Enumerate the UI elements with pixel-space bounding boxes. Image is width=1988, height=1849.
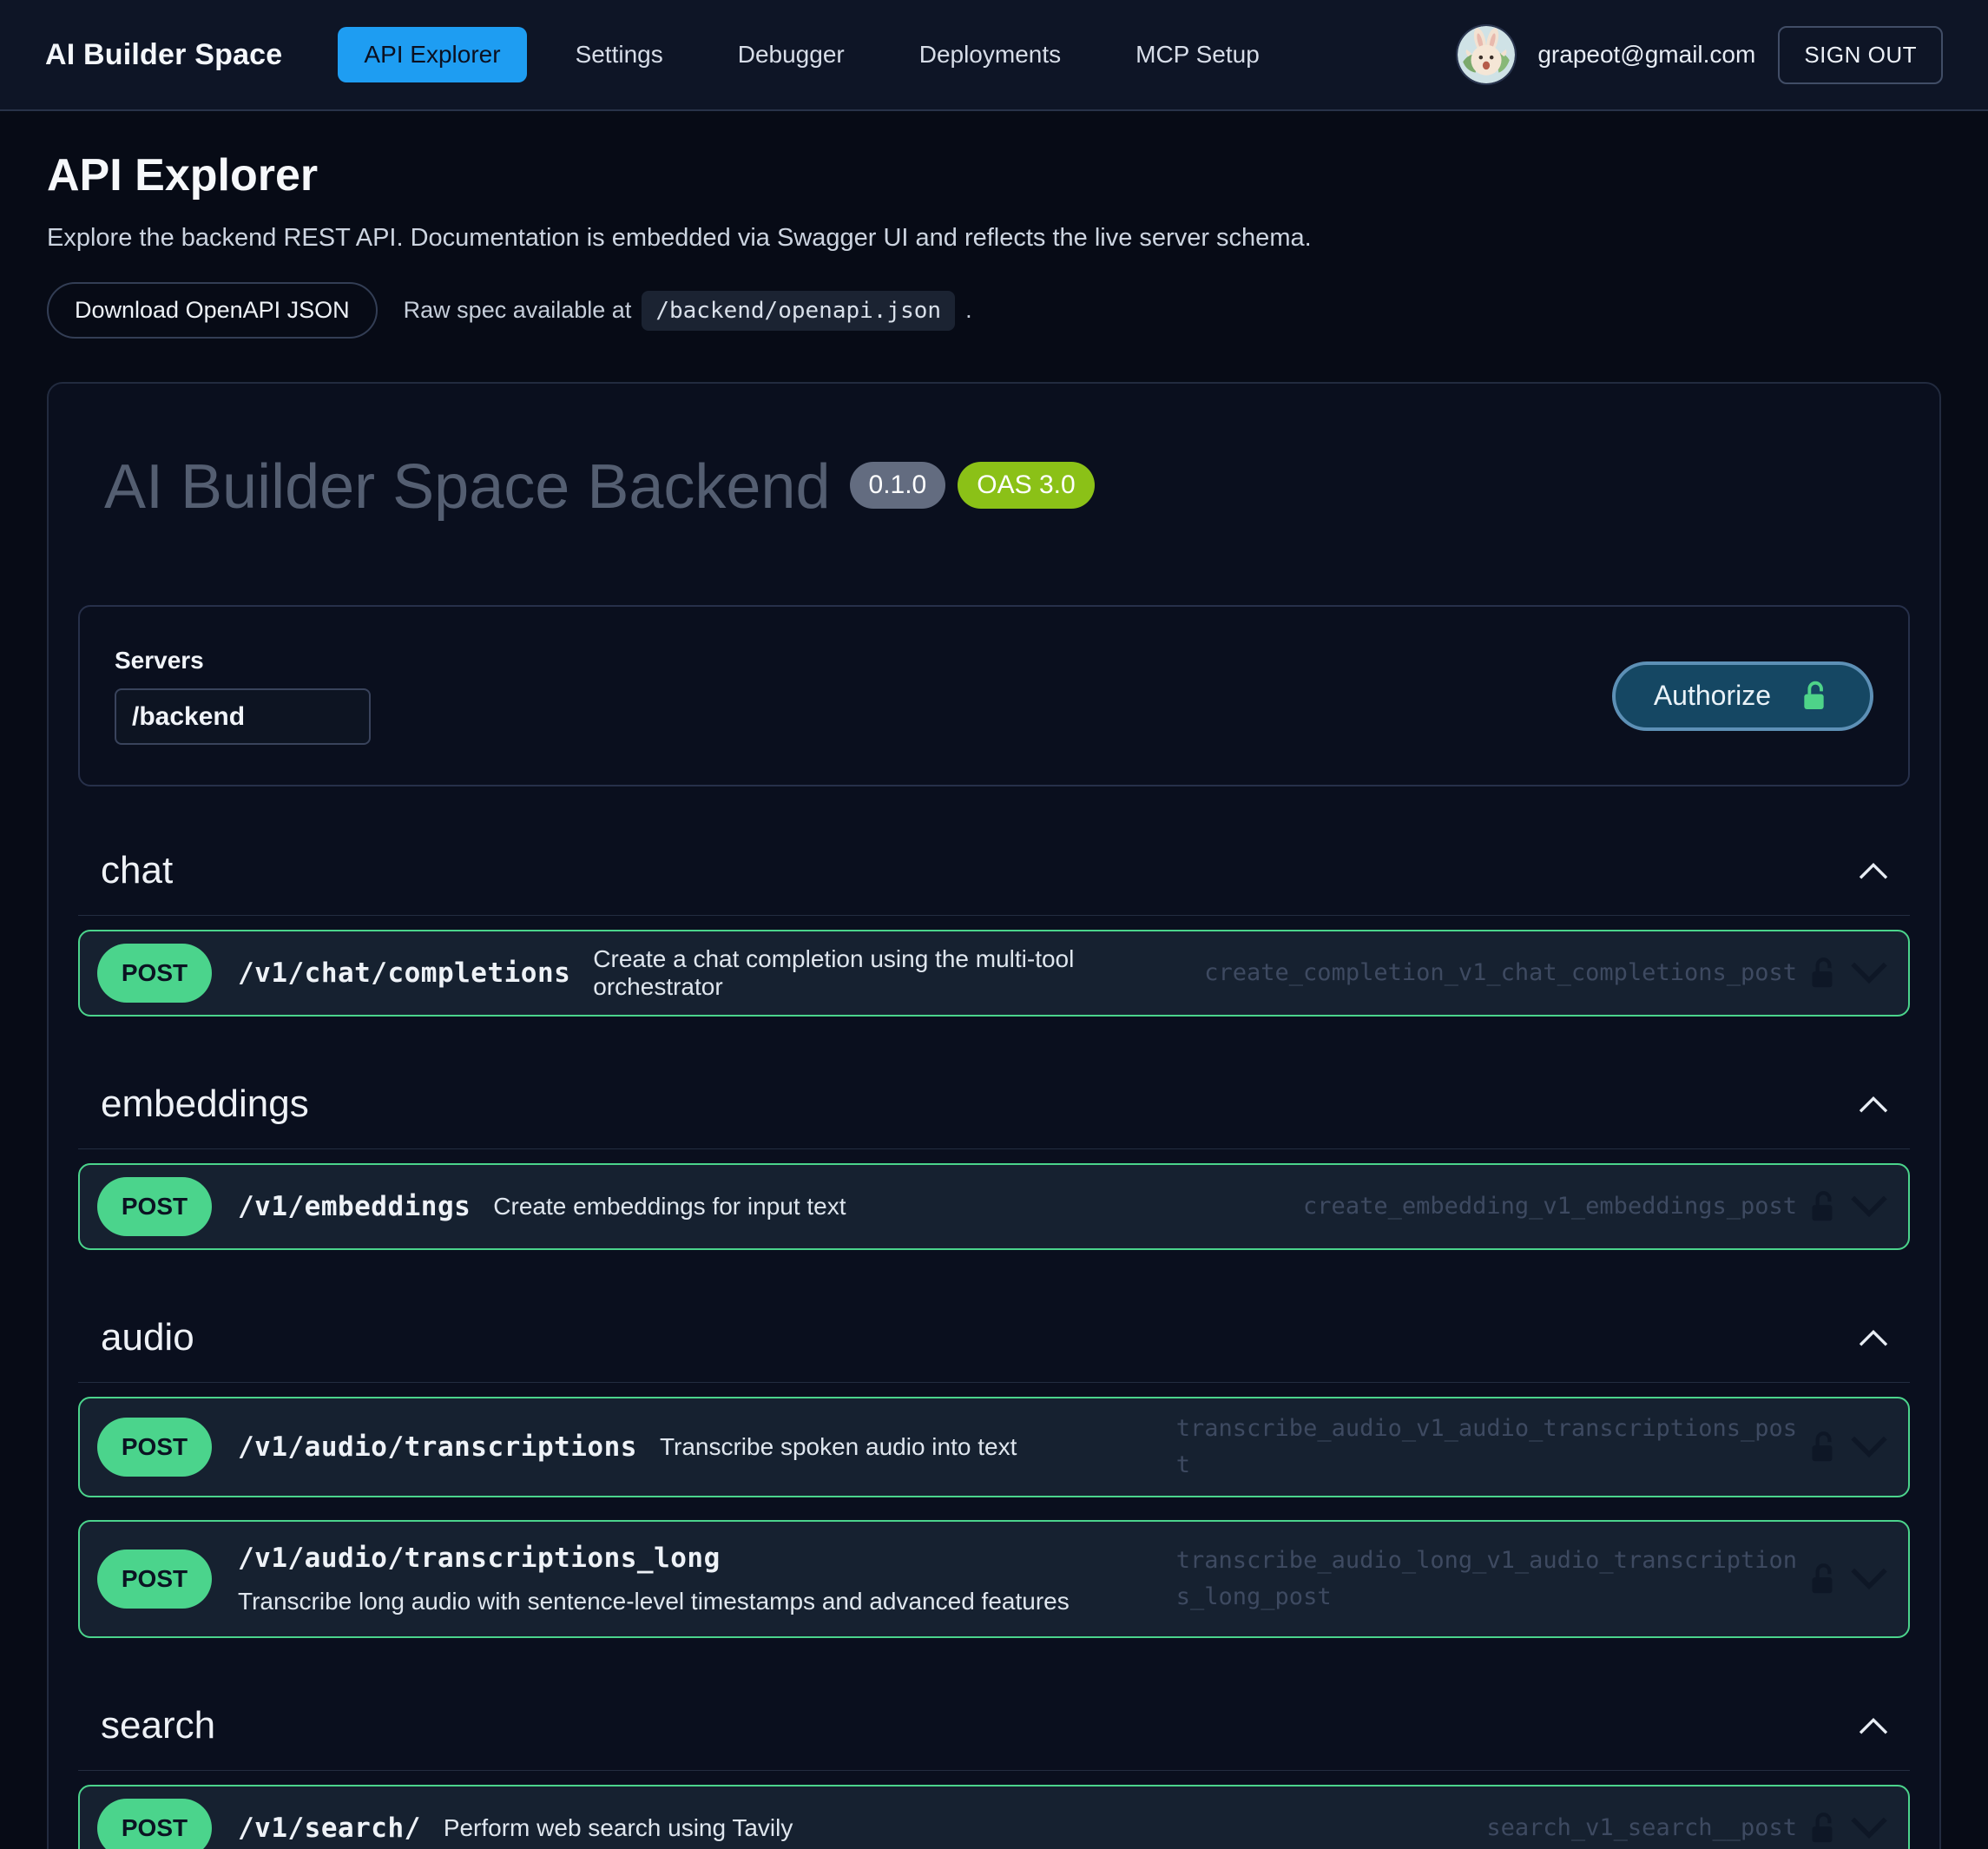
- avatar: [1458, 26, 1515, 83]
- raw-spec-label: Raw spec available at: [404, 297, 632, 324]
- operation-path: /v1/audio/transcriptions: [238, 1431, 637, 1463]
- section-embeddings: embeddings POST /v1/embeddings Create em…: [78, 1077, 1910, 1250]
- operation-row-embeddings[interactable]: POST /v1/embeddings Create embeddings fo…: [78, 1163, 1910, 1250]
- chevron-down-icon[interactable]: [1847, 959, 1891, 987]
- section-name: chat: [101, 849, 173, 892]
- section-divider: [78, 915, 1910, 916]
- lock-icon[interactable]: [1802, 953, 1842, 993]
- operation-row-audio-transcriptions[interactable]: POST /v1/audio/transcriptions Transcribe…: [78, 1397, 1910, 1497]
- chevron-up-icon[interactable]: [1856, 1326, 1891, 1349]
- section-divider: [78, 1382, 1910, 1383]
- authorize-label: Authorize: [1654, 680, 1771, 712]
- bunny-avatar-image: [1458, 26, 1515, 83]
- operation-row-chat-completions[interactable]: POST /v1/chat/completions Create a chat …: [78, 930, 1910, 1017]
- lock-icon[interactable]: [1802, 1808, 1842, 1848]
- section-name: search: [101, 1704, 215, 1747]
- navbar-right: grapeot@gmail.com SIGN OUT: [1458, 26, 1943, 84]
- section-search-header[interactable]: search: [78, 1699, 1910, 1753]
- chevron-up-icon[interactable]: [1856, 1093, 1891, 1115]
- operation-id: search_v1_search__post: [1486, 1810, 1797, 1846]
- operation-id: create_completion_v1_chat_completions_po…: [1204, 955, 1797, 991]
- operation-summary: Transcribe long audio with sentence-leve…: [238, 1588, 1070, 1615]
- version-badge: 0.1.0: [850, 462, 946, 509]
- section-chat: chat POST /v1/chat/completions Create a …: [78, 844, 1910, 1017]
- operation-path: /v1/audio/transcriptions_long: [238, 1543, 721, 1574]
- section-divider: [78, 1770, 1910, 1771]
- nav-items: API Explorer Settings Debugger Deploymen…: [338, 27, 1433, 82]
- section-chat-header[interactable]: chat: [78, 844, 1910, 898]
- api-sections: chat POST /v1/chat/completions Create a …: [75, 844, 1913, 1849]
- method-badge: POST: [97, 944, 212, 1003]
- spec-row: Download OpenAPI JSON Raw spec available…: [47, 282, 1941, 339]
- operation-summary: Transcribe spoken audio into text: [660, 1433, 1017, 1461]
- download-openapi-button[interactable]: Download OpenAPI JSON: [47, 282, 378, 339]
- raw-spec-text: Raw spec available at /backend/openapi.j…: [404, 291, 972, 331]
- method-badge: POST: [97, 1418, 212, 1477]
- main-content: API Explorer Explore the backend REST AP…: [0, 111, 1988, 1849]
- operation-path: /v1/embeddings: [238, 1191, 471, 1222]
- servers-label: Servers: [115, 647, 371, 674]
- operation-summary: Create embeddings for input text: [493, 1193, 846, 1221]
- section-search: search POST /v1/search/ Perform web sear…: [78, 1699, 1910, 1849]
- operation-summary: Perform web search using Tavily: [444, 1814, 793, 1842]
- raw-spec-path: /backend/openapi.json: [642, 291, 955, 331]
- nav-tab-debugger[interactable]: Debugger: [712, 27, 871, 82]
- api-title: AI Builder Space Backend: [104, 453, 831, 522]
- unlock-icon: [1797, 679, 1832, 714]
- method-badge: POST: [97, 1550, 212, 1609]
- operation-summary: Create a chat completion using the multi…: [593, 945, 1204, 1001]
- nav-tab-api-explorer[interactable]: API Explorer: [338, 27, 526, 82]
- page-title: API Explorer: [47, 149, 1941, 201]
- chevron-down-icon[interactable]: [1847, 1433, 1891, 1461]
- operation-id: transcribe_audio_v1_audio_transcriptions…: [1176, 1411, 1797, 1484]
- top-navbar: AI Builder Space API Explorer Settings D…: [0, 0, 1988, 111]
- scheme-container: Servers /backend Authorize: [78, 605, 1910, 786]
- section-divider: [78, 1148, 1910, 1149]
- lock-icon[interactable]: [1802, 1187, 1842, 1227]
- lock-icon[interactable]: [1802, 1559, 1842, 1599]
- operation-row-audio-transcriptions-long[interactable]: POST /v1/audio/transcriptions_long Trans…: [78, 1520, 1910, 1638]
- operation-path: /v1/chat/completions: [238, 957, 570, 989]
- api-info: AI Builder Space Backend 0.1.0 OAS 3.0: [75, 453, 1913, 522]
- nav-tab-mcp-setup[interactable]: MCP Setup: [1109, 27, 1286, 82]
- section-name: audio: [101, 1316, 194, 1359]
- section-name: embeddings: [101, 1082, 309, 1126]
- server-select[interactable]: /backend: [115, 688, 371, 745]
- nav-tab-settings[interactable]: Settings: [550, 27, 689, 82]
- operation-id: create_embedding_v1_embeddings_post: [1303, 1188, 1797, 1225]
- page-subtitle: Explore the backend REST API. Documentat…: [47, 224, 1941, 253]
- raw-spec-period: .: [965, 297, 972, 324]
- operation-id: transcribe_audio_long_v1_audio_transcrip…: [1176, 1543, 1797, 1615]
- chevron-down-icon[interactable]: [1847, 1814, 1891, 1842]
- section-audio-header[interactable]: audio: [78, 1311, 1910, 1365]
- user-email: grapeot@gmail.com: [1537, 41, 1755, 69]
- authorize-button[interactable]: Authorize: [1612, 661, 1873, 731]
- chevron-up-icon[interactable]: [1856, 859, 1891, 882]
- method-badge: POST: [97, 1799, 212, 1849]
- brand-logo: AI Builder Space: [45, 38, 282, 72]
- chevron-down-icon[interactable]: [1847, 1193, 1891, 1221]
- chevron-down-icon[interactable]: [1847, 1565, 1891, 1593]
- method-badge: POST: [97, 1177, 212, 1236]
- api-badges: 0.1.0 OAS 3.0: [850, 462, 1095, 509]
- nav-tab-deployments[interactable]: Deployments: [893, 27, 1087, 82]
- servers-block: Servers /backend: [115, 647, 371, 745]
- lock-icon[interactable]: [1802, 1427, 1842, 1467]
- operation-row-search[interactable]: POST /v1/search/ Perform web search usin…: [78, 1785, 1910, 1849]
- swagger-ui-panel: AI Builder Space Backend 0.1.0 OAS 3.0 S…: [47, 382, 1941, 1849]
- section-embeddings-header[interactable]: embeddings: [78, 1077, 1910, 1131]
- oas-badge: OAS 3.0: [958, 462, 1094, 509]
- sign-out-button[interactable]: SIGN OUT: [1778, 26, 1943, 84]
- section-audio: audio POST /v1/audio/transcriptions Tran…: [78, 1311, 1910, 1638]
- chevron-up-icon[interactable]: [1856, 1714, 1891, 1737]
- operation-path: /v1/search/: [238, 1813, 421, 1844]
